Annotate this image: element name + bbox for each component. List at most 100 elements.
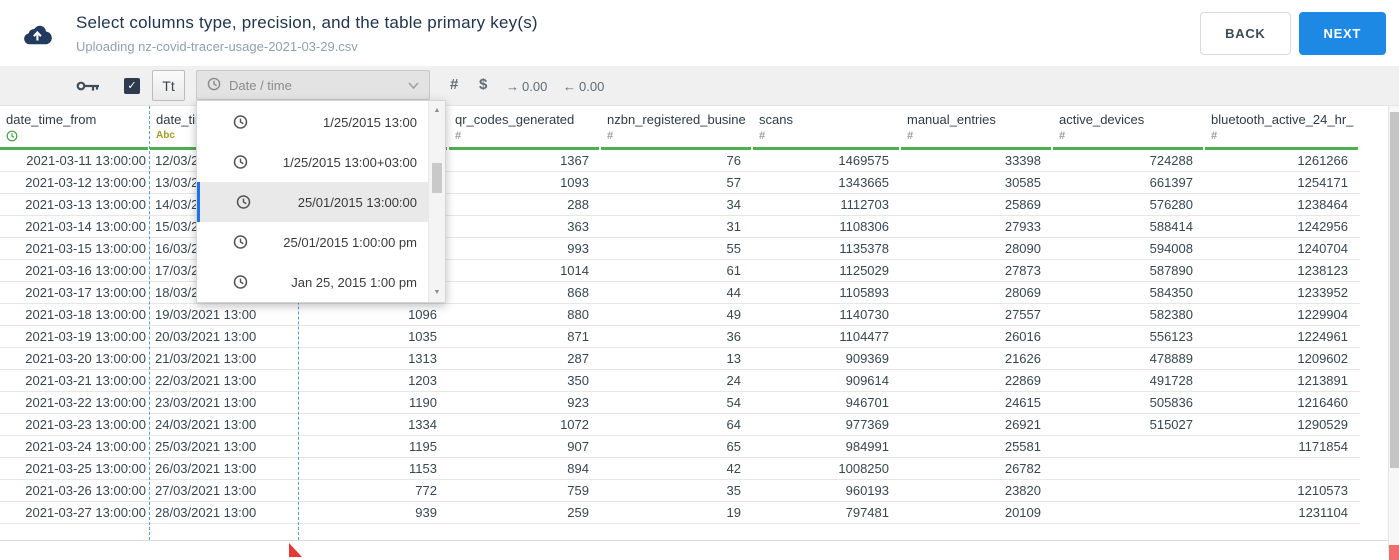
table-cell: 2021-03-22 13:00:00 [25,395,146,410]
number-type-label: # [1211,130,1218,142]
table-cell [1053,480,1205,501]
table-cell: 724288 [1149,153,1193,168]
table-cell: 587890 [1149,263,1193,278]
format-option-label: 1/25/2015 13:00+03:00 [282,154,417,170]
column-checkbox[interactable]: ✓ [124,78,140,94]
dropdown-scrollbar[interactable]: ▲ ▼ [428,101,445,302]
column-header-qr_codes_generated[interactable]: qr_codes_generated # [449,106,601,150]
table-cell: 909614 [845,373,889,388]
table-cell: 1216460 [1297,395,1348,410]
clock-icon [233,155,248,170]
column-type-select[interactable]: Date / time [196,70,430,100]
table-cell [1053,458,1205,479]
table-cell: 2021-03-12 13:00:00 [25,175,146,190]
table-cell: 1254171 [1297,175,1348,190]
table-cell: 1072 [560,417,589,432]
table-cell [1053,502,1205,523]
decimal-decrease-button[interactable]: ← 0.00 [563,79,604,94]
table-cell: 31 [726,219,741,234]
vertical-scrollbar[interactable] [1388,106,1399,552]
arrow-left-icon: ← [563,79,576,94]
table-cell: 1125029 [839,263,889,278]
column-header-bluetooth_active_24_hr_[interactable]: bluetooth_active_24_hr_ # [1205,106,1360,150]
table-cell: 1229904 [1297,307,1348,322]
table-cell: 22/03/2021 13:00 [155,373,257,388]
table-row: 2021-03-24 13:00:00 25/03/2021 13:00 1195 9… [0,436,1360,458]
upload-cloud-icon [22,22,52,45]
table-cell: 76 [726,153,741,168]
table-cell: 1238123 [1297,263,1348,278]
table-cell: 35 [726,483,741,498]
table-cell: 868 [567,285,589,300]
table-cell: 2021-03-13 13:00:00 [25,197,146,212]
number-type-label: # [907,130,914,142]
table-cell: 923 [567,395,589,410]
back-button[interactable]: BACK [1200,11,1291,55]
table-cell: 1469575 [838,153,889,168]
table-cell: 576280 [1149,197,1193,212]
table-cell: 26921 [1004,417,1041,432]
currency-type-button[interactable]: $ [479,76,487,93]
number-type-button[interactable]: # [450,76,458,93]
table-cell: 54 [726,395,741,410]
format-option[interactable]: Jan 25, 2015 1:00 pm [197,262,428,302]
upload-filename: Uploading nz-covid-tracer-usage-2021-03-… [76,38,358,54]
scroll-down-icon[interactable]: ▼ [429,286,445,299]
table-cell: 1195 [409,439,437,454]
selected-type-value: Date / time [229,77,292,93]
table-cell: 64 [726,417,741,432]
format-option[interactable]: 1/25/2015 13:00 [197,102,428,142]
table-cell: 350 [567,373,589,388]
table-cell: 27933 [1004,219,1041,234]
table-cell: 478889 [1149,351,1193,366]
table-cell: 2021-03-19 13:00:00 [25,329,146,344]
table-cell: 588414 [1149,219,1193,234]
column-header-active_devices[interactable]: active_devices # [1053,106,1205,150]
table-row: 2021-03-22 13:00:00 23/03/2021 13:00 1190 9… [0,392,1360,414]
column-header-scans[interactable]: scans # [753,106,901,150]
vertical-scrollbar-thumb[interactable] [1390,112,1399,468]
datetime-type-icon [6,130,150,144]
table-cell: 27/03/2021 13:00 [155,483,257,498]
table-cell: 2021-03-27 13:00:00 [25,505,146,520]
primary-key-button[interactable] [76,79,100,96]
table-cell: 1233952 [1297,285,1348,300]
date-format-dropdown: 1/25/2015 13:00 1/25/2015 13:00+03:00 25/0… [196,100,446,303]
text-type-button[interactable]: Tt [152,70,185,101]
page-title: Select columns type, precision, and the … [76,12,538,32]
table-cell: 2021-03-24 13:00:00 [25,439,146,454]
column-header-manual_entries[interactable]: manual_entries # [901,106,1053,150]
table-cell: 1238464 [1297,197,1348,212]
scroll-up-icon[interactable]: ▲ [429,104,445,117]
table-cell: 594008 [1149,241,1193,256]
column-header-date_time_from[interactable]: date_time_from [0,106,150,150]
format-option-label: Jan 25, 2015 1:00 pm [291,274,417,290]
table-cell: 2021-03-15 13:00:00 [25,241,146,256]
table-cell: 1209602 [1297,351,1348,366]
table-cell: 26782 [1004,461,1041,476]
format-option[interactable]: 25/01/2015 13:00:00 [197,182,428,222]
column-header-nzbn_registered_busine[interactable]: nzbn_registered_busine # [601,106,753,150]
decimal-increase-button[interactable]: → 0.00 [506,79,547,94]
table-cell [1053,436,1205,457]
next-button[interactable]: NEXT [1298,11,1386,55]
table-cell: 1334 [408,417,437,432]
table-cell: 1096 [408,307,437,322]
dropdown-scrollbar-thumb[interactable] [432,163,442,193]
number-type-label: # [607,130,614,142]
table-cell: 1240704 [1297,241,1348,256]
format-option[interactable]: 25/01/2015 1:00:00 pm [197,222,428,262]
table-cell: 288 [567,197,589,212]
table-cell: 880 [567,307,589,322]
column-name: active_devices [1059,112,1145,127]
table-cell: 23/03/2021 13:00 [155,395,257,410]
table-cell: 61 [726,263,741,278]
table-cell: 960193 [845,483,889,498]
table-cell: 25581 [1004,439,1041,454]
table-cell: 57 [726,175,741,190]
checkmark-icon: ✓ [127,80,137,92]
format-option[interactable]: 1/25/2015 13:00+03:00 [197,142,428,182]
table-cell: 977369 [845,417,889,432]
table-cell: 907 [567,439,589,454]
table-cell: 27557 [1004,307,1041,322]
